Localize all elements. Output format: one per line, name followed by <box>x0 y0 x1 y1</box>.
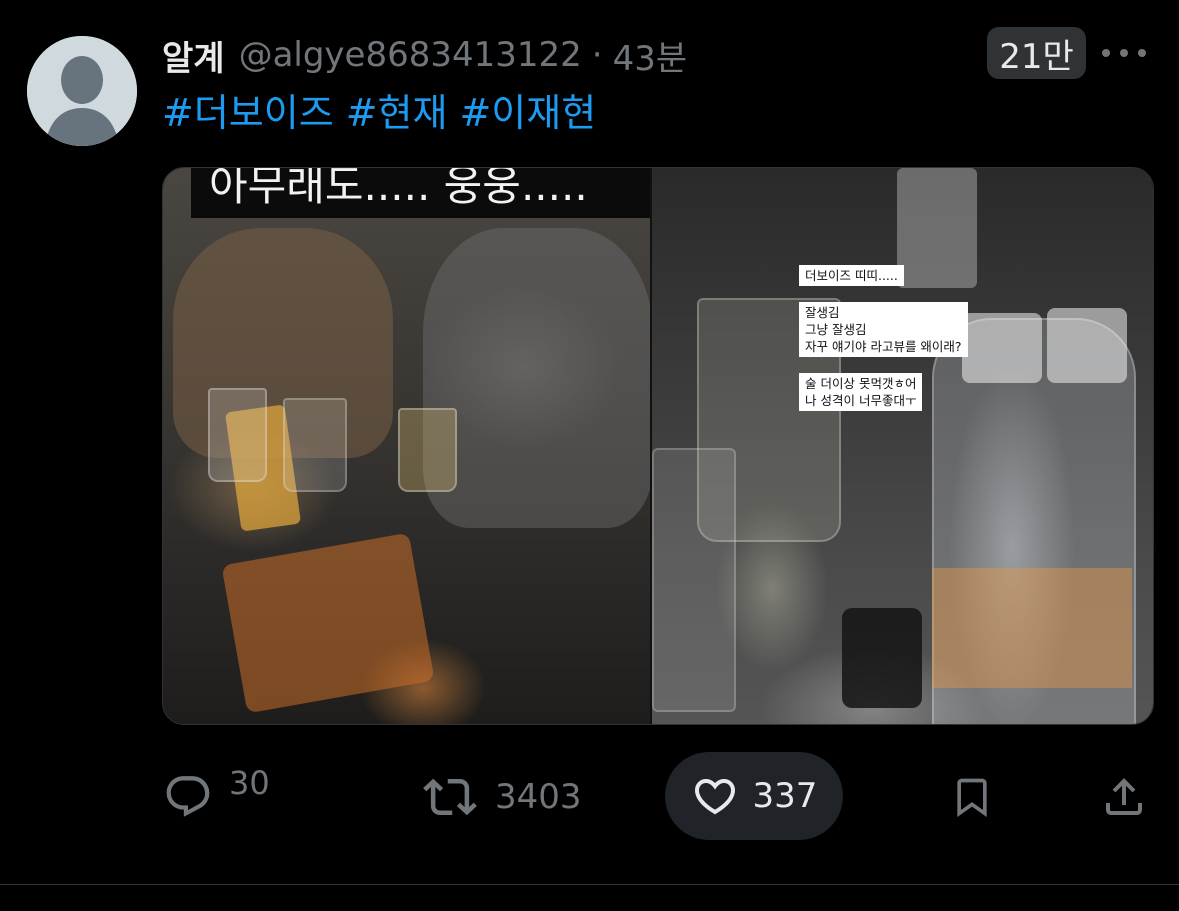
caption-line: 그냥 잘생김 <box>805 322 867 337</box>
tweet: 알계 @algye8683413122 · 43분 21만 #더보이즈 #현재 … <box>0 0 1179 911</box>
action-bar: 30 3403 337 <box>0 752 1179 842</box>
retweet-count: 3403 <box>495 777 582 817</box>
retweet-icon <box>423 778 477 816</box>
heart-icon <box>694 779 735 815</box>
bookmark-icon <box>957 778 987 818</box>
tweet-header: 알계 @algye8683413122 · 43분 <box>162 30 687 80</box>
photo-detail <box>398 408 457 492</box>
photo-detail <box>652 448 737 712</box>
media-grid: 아무래도..... 웅웅..... 더보이즈 띠띠..... 잘생김 그냥 잘생… <box>162 167 1154 725</box>
more-horizontal-icon[interactable] <box>1102 40 1146 66</box>
photo-detail <box>208 388 267 482</box>
caption-box: 더보이즈 띠띠..... <box>799 265 904 286</box>
photo-captions: 더보이즈 띠띠..... 잘생김 그냥 잘생김 자꾸 얘기야 라고뷰를 왜이래?… <box>799 265 968 411</box>
hashtag-link[interactable]: #이재현 <box>459 82 596 135</box>
hashtag-link[interactable]: #현재 <box>346 82 448 135</box>
caption-line: 잘생김 <box>805 305 840 320</box>
photo-detail <box>962 313 1043 383</box>
display-name[interactable]: 알계 <box>162 31 225 80</box>
view-count-badge: 21만 <box>987 27 1086 79</box>
user-handle[interactable]: @algye8683413122 <box>239 35 582 75</box>
bookmark-button[interactable] <box>950 752 994 842</box>
caption-line: 나 성격이 너무좋대ㅜ <box>805 393 917 408</box>
caption-box: 잘생김 그냥 잘생김 자꾸 얘기야 라고뷰를 왜이래? <box>799 302 968 357</box>
like-button[interactable]: 337 <box>665 752 843 840</box>
photo-detail <box>283 398 347 492</box>
share-button[interactable] <box>1100 752 1148 842</box>
separator-dot: · <box>591 35 603 75</box>
photo-caption: 아무래도..... 웅웅..... <box>191 168 651 218</box>
retweet-button[interactable]: 3403 <box>423 752 582 842</box>
timestamp[interactable]: 43분 <box>613 31 688 80</box>
photo-left[interactable]: 아무래도..... 웅웅..... <box>163 168 651 724</box>
caption-line: 자꾸 얘기야 라고뷰를 왜이래? <box>805 339 962 354</box>
avatar[interactable] <box>27 36 137 146</box>
photo-detail <box>932 568 1133 688</box>
reply-icon <box>166 776 210 817</box>
divider <box>0 884 1179 885</box>
reply-count: 30 <box>229 766 270 800</box>
default-avatar-icon <box>27 36 137 146</box>
photo-right[interactable]: 더보이즈 띠띠..... 잘생김 그냥 잘생김 자꾸 얘기야 라고뷰를 왜이래?… <box>652 168 1153 724</box>
reply-button[interactable]: 30 <box>163 752 289 842</box>
share-icon <box>1106 778 1142 815</box>
like-count: 337 <box>752 776 818 816</box>
photo-detail <box>842 608 923 708</box>
photo-detail <box>423 228 651 528</box>
photo-detail <box>1047 308 1128 383</box>
caption-line: 술 더이상 못먹갯ㅎ어 <box>805 376 917 391</box>
hashtag-link[interactable]: #더보이즈 <box>162 82 334 135</box>
caption-line: 더보이즈 띠띠..... <box>805 268 898 283</box>
photo-detail <box>221 532 435 714</box>
tweet-text: #더보이즈 #현재 #이재현 <box>162 82 596 135</box>
caption-box: 술 더이상 못먹갯ㅎ어 나 성격이 너무좋대ㅜ <box>799 373 923 411</box>
